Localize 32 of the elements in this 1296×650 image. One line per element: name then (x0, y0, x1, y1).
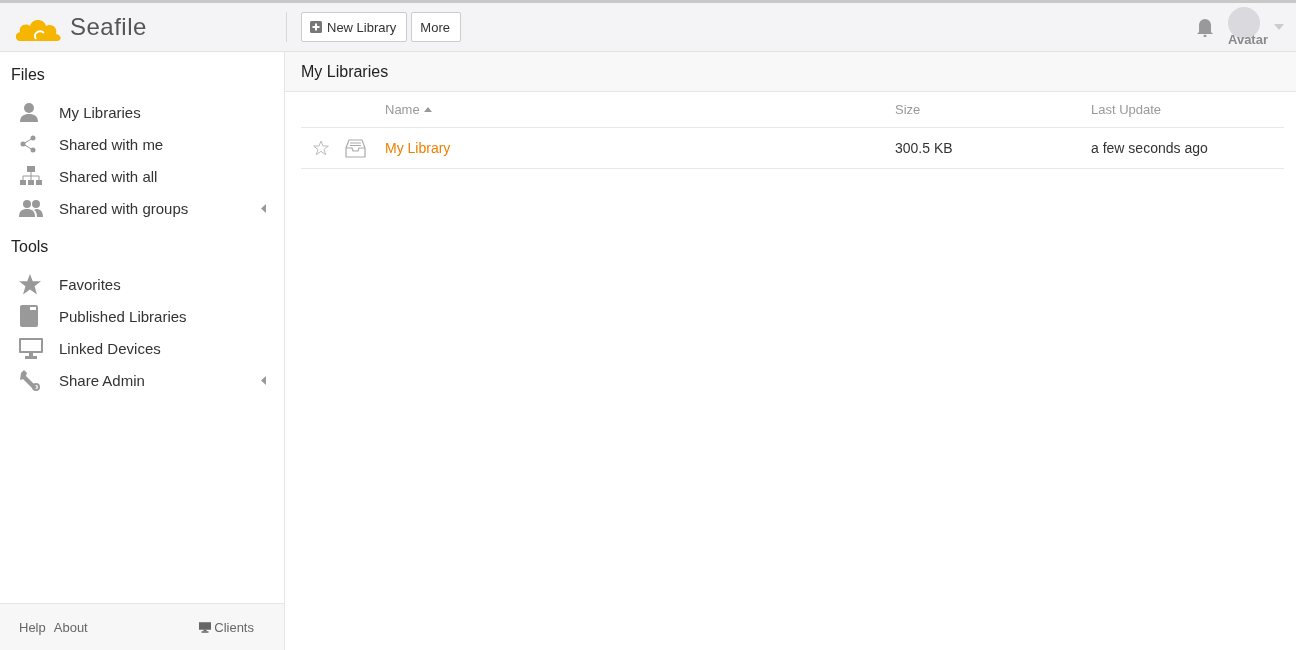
bell-icon[interactable] (1196, 17, 1214, 37)
people-icon (19, 199, 43, 217)
book-icon (19, 305, 39, 327)
nav-item[interactable]: Shared with groups (11, 192, 284, 224)
section-title: Tools (11, 238, 50, 256)
hierarchy-icon (19, 166, 43, 186)
monitor-icon (199, 621, 212, 633)
size-cell: 300.5 KB (895, 128, 1091, 169)
footer-link[interactable]: Help (19, 619, 46, 635)
star-icon[interactable] (313, 140, 329, 156)
nav-item[interactable]: Favorites (11, 268, 284, 300)
new-library-button[interactable]: New Library (301, 12, 408, 42)
nav-item[interactable]: Published Libraries (11, 300, 284, 332)
nav-item[interactable]: Share Admin (11, 364, 284, 396)
nav-item[interactable]: Linked Devices (11, 332, 284, 364)
clients-link[interactable]: Clients (199, 619, 254, 635)
person-icon (19, 102, 39, 122)
more-button[interactable]: More (411, 12, 461, 42)
footer-link[interactable]: About (53, 619, 88, 635)
nav-item[interactable]: Shared with me (11, 128, 284, 160)
caret-icon[interactable] (1274, 24, 1284, 30)
wrench-icon (19, 369, 41, 391)
section-title: Files (11, 66, 46, 84)
nav-item[interactable]: Shared with all (11, 160, 284, 192)
updated-cell: a few seconds ago (1091, 128, 1284, 169)
star-icon (19, 273, 41, 295)
logo-text: Seafile (70, 13, 147, 41)
library-icon (345, 138, 366, 158)
page-title: My Libraries (301, 62, 389, 81)
nav-item[interactable]: My Libraries (11, 96, 284, 128)
monitor-icon (19, 337, 43, 359)
plus-icon (310, 21, 322, 33)
